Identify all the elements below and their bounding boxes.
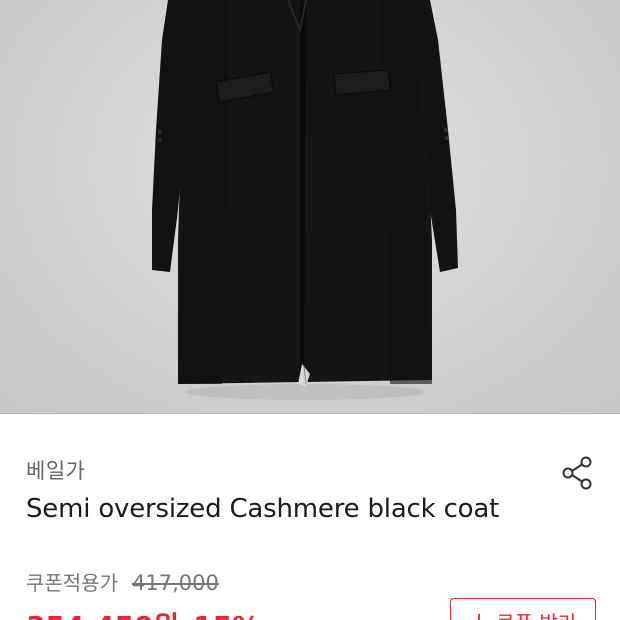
get-coupon-button[interactable]: + 쿠폰 받기 xyxy=(450,598,596,620)
original-price: 417,000 xyxy=(132,571,219,595)
coat-illustration xyxy=(152,0,458,400)
get-coupon-label: 쿠폰 받기 xyxy=(496,607,576,620)
brand-name[interactable]: 베일가 xyxy=(26,455,85,485)
discount-rate: 15% xyxy=(193,610,260,620)
product-title: Semi oversized Cashmere black coat xyxy=(26,494,500,524)
coupon-price-label: 쿠폰적용가 xyxy=(26,571,118,595)
product-image[interactable] xyxy=(0,0,620,413)
share-icon xyxy=(562,456,592,490)
share-button[interactable] xyxy=(557,452,599,494)
plus-icon: + xyxy=(470,609,488,620)
sale-price: 354,450원 xyxy=(26,605,179,620)
sale-price-row: 354,450원 15% xyxy=(26,605,260,620)
image-divider xyxy=(0,413,620,414)
coupon-price-row: 쿠폰적용가 417,000 xyxy=(26,567,219,596)
